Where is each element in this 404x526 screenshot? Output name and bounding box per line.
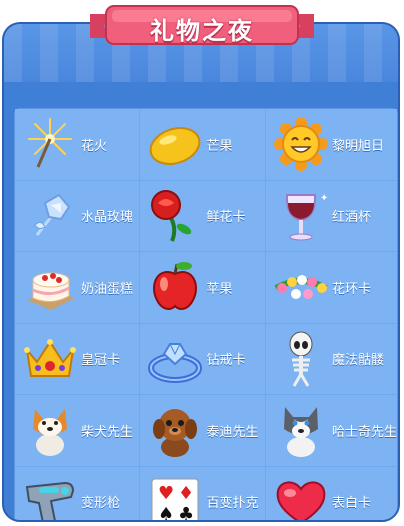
gift-label: 红酒杯 bbox=[331, 210, 371, 226]
svg-text:✦: ✦ bbox=[320, 193, 328, 204]
gift-label: 魔法骷髅 bbox=[331, 353, 384, 369]
gift-item-sun[interactable]: 黎明旭日 bbox=[265, 109, 397, 180]
poker-cards-icon: ♥ ♦ ♠ ♣ bbox=[146, 473, 204, 522]
gift-item-wine-glass[interactable]: ✦ 红酒杯 bbox=[265, 180, 397, 251]
gift-label: 黎明旭日 bbox=[331, 138, 384, 154]
husky-dog-icon bbox=[272, 401, 330, 459]
apple-icon bbox=[146, 258, 204, 316]
gift-item-flower-card[interactable]: 鲜花卡 bbox=[140, 180, 265, 251]
gift-label: 花火 bbox=[81, 138, 108, 154]
gift-item-mango[interactable]: 芒果 bbox=[140, 109, 265, 180]
flower-wreath-icon bbox=[272, 258, 330, 316]
mango-icon bbox=[146, 115, 204, 173]
firework-icon bbox=[21, 115, 79, 173]
gift-item-teddy[interactable]: 泰迪先生 bbox=[140, 395, 265, 466]
gift-label: 芒果 bbox=[206, 138, 233, 154]
gift-item-confession-card[interactable]: 表白卡 bbox=[265, 466, 397, 520]
gift-label: 奶油蛋糕 bbox=[81, 281, 134, 297]
sun-icon bbox=[272, 115, 330, 173]
wine-glass-icon: ✦ bbox=[272, 187, 330, 245]
gift-label: 表白卡 bbox=[331, 496, 371, 512]
gift-panel: 花火 芒果 黎明旭日 水晶玫瑰 鲜花卡 ✦ 红酒杯 奶油蛋糕 苹果 花环卡 皇冠… bbox=[2, 22, 400, 522]
gift-label: 钻戒卡 bbox=[206, 353, 246, 369]
teddy-dog-icon bbox=[146, 401, 204, 459]
crown-icon bbox=[21, 330, 79, 388]
red-rose-icon bbox=[146, 187, 204, 245]
svg-text:♦: ♦ bbox=[178, 483, 194, 504]
gift-item-husky[interactable]: 哈士奇先生 bbox=[265, 395, 397, 466]
gift-item-crown[interactable]: 皇冠卡 bbox=[15, 323, 140, 394]
gift-item-poker[interactable]: ♥ ♦ ♠ ♣ 百变扑克 bbox=[140, 466, 265, 522]
gift-item-skeleton[interactable]: 魔法骷髅 bbox=[265, 323, 397, 394]
gift-label: 鲜花卡 bbox=[206, 210, 246, 226]
gift-label: 水晶玫瑰 bbox=[81, 210, 134, 226]
gift-label: 泰迪先生 bbox=[206, 424, 259, 440]
gift-item-wreath[interactable]: 花环卡 bbox=[265, 252, 397, 323]
cream-cake-icon bbox=[21, 258, 79, 316]
transform-gun-icon bbox=[21, 473, 79, 520]
gift-item-cake[interactable]: 奶油蛋糕 bbox=[15, 252, 140, 323]
gift-label: 花环卡 bbox=[331, 281, 371, 297]
gift-label: 苹果 bbox=[206, 281, 233, 297]
crystal-rose-icon bbox=[21, 187, 79, 245]
svg-text:♣: ♣ bbox=[178, 504, 194, 522]
page-title: 礼物之夜 bbox=[150, 17, 254, 45]
svg-text:♠: ♠ bbox=[158, 504, 174, 522]
svg-text:♥: ♥ bbox=[158, 483, 174, 504]
heart-icon bbox=[272, 473, 330, 520]
gift-item-transform-gun[interactable]: 变形枪 bbox=[15, 466, 140, 520]
gift-label: 柴犬先生 bbox=[81, 424, 134, 440]
diamond-ring-icon bbox=[146, 330, 204, 388]
gift-item-crystal-rose[interactable]: 水晶玫瑰 bbox=[15, 180, 140, 251]
skeleton-icon bbox=[272, 330, 330, 388]
gift-item-shiba[interactable]: 柴犬先生 bbox=[15, 395, 140, 466]
gift-item-apple[interactable]: 苹果 bbox=[140, 252, 265, 323]
gift-item-firework[interactable]: 花火 bbox=[15, 109, 140, 180]
gift-label: 哈士奇先生 bbox=[331, 424, 397, 440]
shiba-dog-icon bbox=[21, 401, 79, 459]
gift-label: 百变扑克 bbox=[206, 496, 259, 512]
title-banner: 礼物之夜 bbox=[90, 4, 314, 48]
gift-label: 皇冠卡 bbox=[81, 353, 121, 369]
gift-item-diamond-ring[interactable]: 钻戒卡 bbox=[140, 323, 265, 394]
gift-grid: 花火 芒果 黎明旭日 水晶玫瑰 鲜花卡 ✦ 红酒杯 奶油蛋糕 苹果 花环卡 皇冠… bbox=[14, 108, 398, 522]
gift-label: 变形枪 bbox=[81, 496, 121, 512]
